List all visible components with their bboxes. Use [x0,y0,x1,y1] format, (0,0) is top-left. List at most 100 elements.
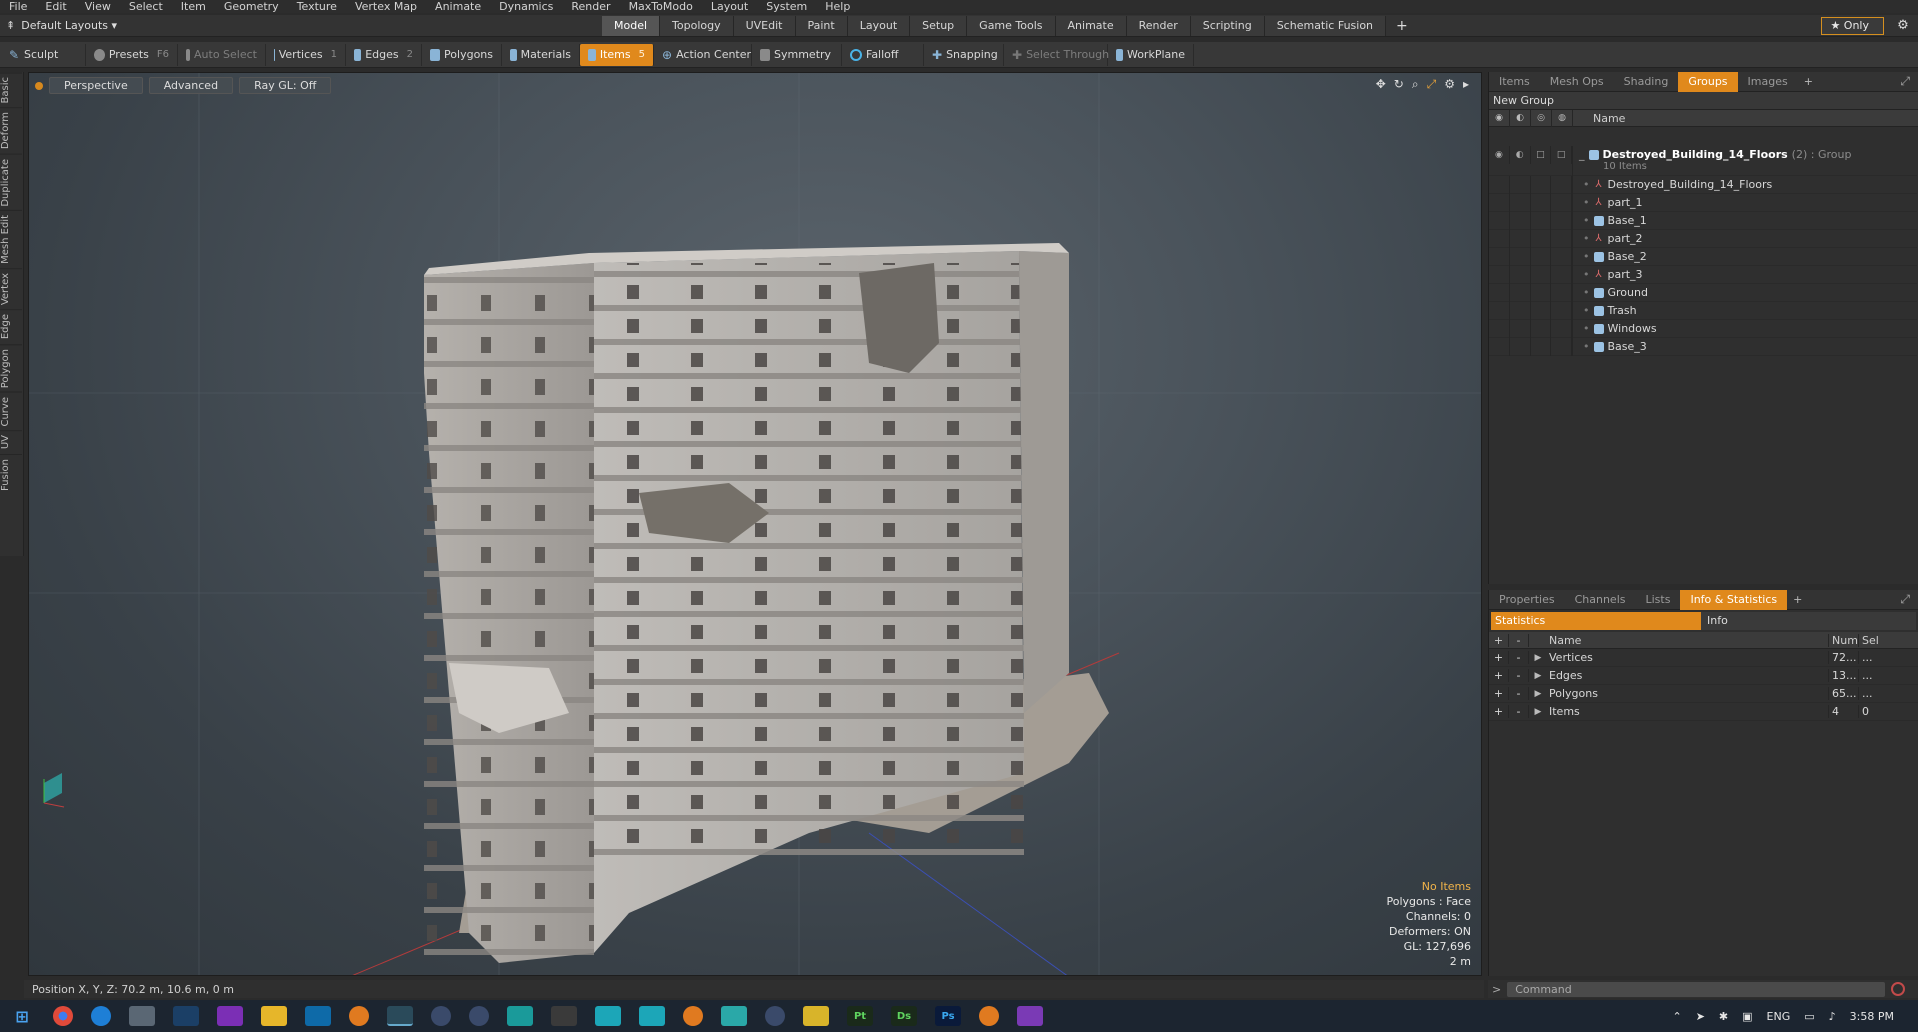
tab-uvedit[interactable]: UVEdit [733,15,796,36]
panel-tab-properties[interactable]: Properties [1489,590,1565,610]
cinema4d-alt-icon[interactable] [469,1006,489,1026]
stat-collapse-icon[interactable]: - [1509,687,1529,700]
cinema4d-third-icon[interactable] [765,1006,785,1026]
lock-column-icon[interactable]: ◎ [1531,109,1552,127]
tab-game-tools[interactable]: Game Tools [967,15,1056,36]
clock[interactable]: 3:58 PM [1850,1010,1894,1023]
snapping-button[interactable]: ✚ Snapping [924,43,1004,66]
menu-maxtomodo[interactable]: MaxToModo [620,0,702,13]
menu-vertex-map[interactable]: Vertex Map [346,0,426,13]
name-column-header[interactable]: Name [1573,112,1625,125]
stat-expand-icon[interactable]: + [1489,669,1509,682]
group-child-row[interactable]: • Base_3 [1489,337,1917,356]
volume-icon[interactable]: ♪ [1829,1010,1836,1023]
calculator-icon[interactable] [129,1006,155,1026]
stat-collapse-icon[interactable]: - [1509,705,1529,718]
palette-tab-uv[interactable]: UV [0,430,22,454]
panel-tab-info-statistics[interactable]: Info & Statistics [1680,589,1788,610]
tray-app-icon[interactable]: ✱ [1719,1010,1728,1023]
tab-render[interactable]: Render [1126,15,1191,36]
view-type-button[interactable]: Perspective [49,77,143,94]
group-row[interactable]: ◉ ◐ □ □ _ Destroyed_Building_14_Floors (… [1489,146,1917,176]
row-gutter-cell[interactable] [1510,175,1531,194]
row-gutter-cell[interactable] [1489,247,1510,266]
row-gutter-cell[interactable] [1531,337,1552,356]
row-gutter-cell[interactable] [1489,301,1510,320]
row-gutter-cell[interactable] [1510,283,1531,302]
viewport-more-icon[interactable]: ▸ [1463,77,1469,92]
select-column-icon[interactable]: ◍ [1552,109,1573,127]
row-gutter-cell[interactable] [1489,337,1510,356]
menu-system[interactable]: System [757,0,816,13]
visual-studio-icon[interactable] [1017,1006,1043,1026]
palette-tab-fusion[interactable]: Fusion [0,453,22,495]
cinema4d-icon[interactable] [431,1006,451,1026]
add-tab-button[interactable]: + [1386,18,1418,34]
falloff-button[interactable]: Falloff [842,43,924,66]
group-child-row[interactable]: • ⅄ part_2 [1489,229,1917,248]
row-gutter-cell[interactable] [1489,175,1510,194]
row-gutter-cell[interactable] [1531,229,1552,248]
row-gutter-cell[interactable] [1531,265,1552,284]
rotate-icon[interactable]: ↻ [1394,77,1404,92]
default-layouts-dropdown[interactable]: Default Layouts ▾ [21,19,117,32]
row-gutter-cell[interactable] [1510,211,1531,230]
command-input[interactable]: Command [1507,981,1886,997]
start-icon[interactable]: ⊞ [9,1006,35,1026]
stat-num-header[interactable]: Num [1829,633,1859,647]
layouts-selector[interactable]: ⇞ Default Layouts ▾ [0,19,602,32]
row-gutter-cell[interactable] [1531,319,1552,338]
row-gutter-cell[interactable] [1551,265,1572,284]
group-child-row[interactable]: • Windows [1489,319,1917,338]
render-column-icon[interactable]: ◐ [1510,109,1531,127]
add-panel-tab-button[interactable]: + [1798,75,1819,88]
panel-tab-mesh-ops[interactable]: Mesh Ops [1540,72,1614,92]
items-button[interactable]: Items 5 [580,43,654,66]
group-child-row[interactable]: • Base_1 [1489,211,1917,230]
polygons-button[interactable]: Polygons [422,43,502,66]
panel-tab-shading[interactable]: Shading [1614,72,1679,92]
tab-animate[interactable]: Animate [1055,15,1127,36]
palette-tab-deform[interactable]: Deform [0,107,22,154]
tab-setup[interactable]: Setup [910,15,968,36]
row-gutter-cell[interactable] [1551,319,1572,338]
row-gutter-cell[interactable] [1551,211,1572,230]
group-render-icon[interactable]: ◐ [1510,146,1531,164]
stat-arrow-icon[interactable]: ▶ [1529,653,1547,663]
language-indicator[interactable]: ENG [1767,1010,1791,1023]
stat-collapse-icon[interactable]: - [1509,669,1529,682]
row-gutter-cell[interactable] [1531,301,1552,320]
layout-toggle-icon[interactable]: ⇞ [6,19,15,32]
zoom-icon[interactable]: ⌕ [1412,77,1419,92]
gear-icon[interactable]: ⚙ [1892,18,1914,33]
stat-expand-icon[interactable]: + [1489,651,1509,664]
tray-network-app-icon[interactable]: ▣ [1742,1010,1752,1023]
expand-all-icon[interactable]: + [1489,633,1509,647]
sculpt-button[interactable]: ✎ Sculpt [0,43,86,66]
stat-arrow-icon[interactable]: ▶ [1529,707,1547,717]
palette-tab-mesh-edit[interactable]: Mesh Edit [0,210,22,269]
menu-item[interactable]: Item [172,0,215,13]
row-gutter-cell[interactable] [1510,193,1531,212]
tab-scripting[interactable]: Scripting [1190,15,1265,36]
only-toggle[interactable]: ★ Only [1821,16,1884,35]
statistics-tab[interactable]: Statistics [1491,612,1701,630]
blender-alt-icon[interactable] [683,1006,703,1026]
row-gutter-cell[interactable] [1551,229,1572,248]
menu-dynamics[interactable]: Dynamics [490,0,562,13]
stat-expand-icon[interactable]: + [1489,705,1509,718]
blender-icon[interactable] [349,1006,369,1026]
row-gutter-cell[interactable] [1489,193,1510,212]
viewport-menu-icon[interactable] [35,81,43,90]
menu-geometry[interactable]: Geometry [215,0,288,13]
row-gutter-cell[interactable] [1510,301,1531,320]
tab-model[interactable]: Model [602,15,661,36]
edge-icon[interactable] [91,1006,111,1026]
materials-button[interactable]: Materials [502,43,580,66]
row-gutter-cell[interactable] [1510,337,1531,356]
row-gutter-cell[interactable] [1551,301,1572,320]
raygl-button[interactable]: Ray GL: Off [239,77,332,94]
palette-tab-duplicate[interactable]: Duplicate [0,153,22,211]
stat-arrow-icon[interactable]: ▶ [1529,671,1547,681]
auto-select-button[interactable]: Auto Select [178,43,266,66]
